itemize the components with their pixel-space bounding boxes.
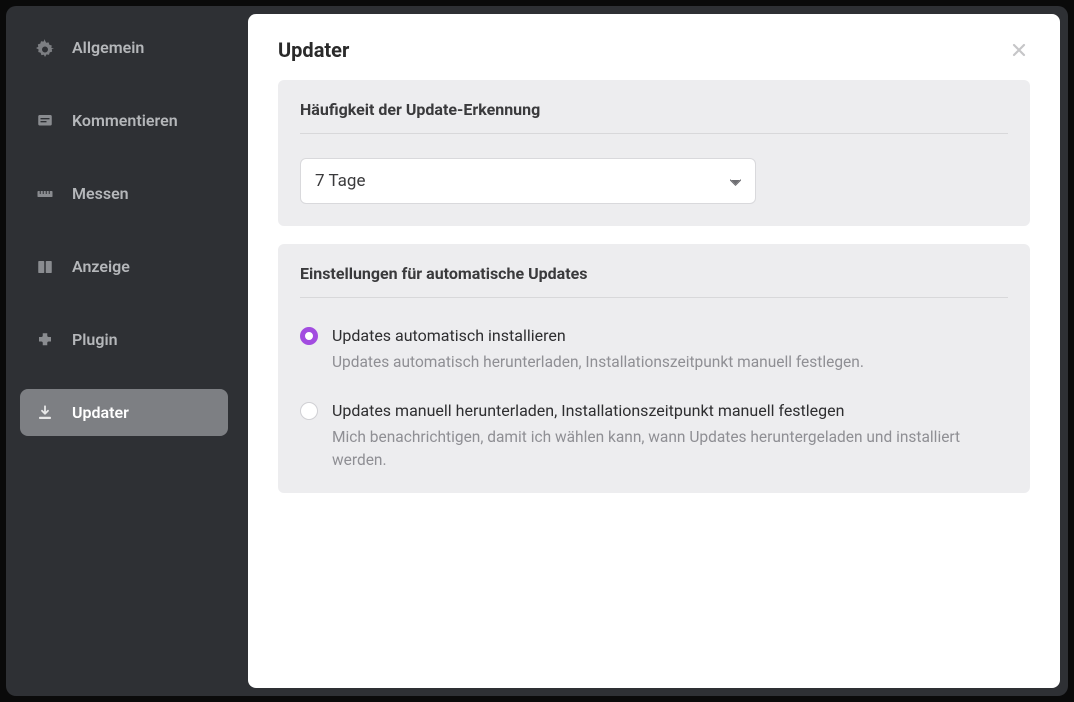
download-icon (36, 404, 54, 422)
gear-icon (36, 39, 54, 57)
sidebar-item-plugin[interactable]: Plugin (20, 316, 228, 363)
ruler-icon (36, 185, 54, 203)
radio-description: Updates automatisch herunterladen, Insta… (332, 351, 864, 373)
section-auto-update: Einstellungen für automatische Updates U… (278, 244, 1030, 493)
sidebar-item-label: Kommentieren (72, 111, 178, 130)
panel-title: Updater (278, 38, 349, 62)
radio-label: Updates automatisch installieren (332, 326, 864, 345)
frequency-select[interactable]: 7 Tage (300, 158, 756, 204)
sidebar-item-general[interactable]: Allgemein (20, 24, 228, 71)
comment-icon (36, 112, 54, 130)
section-title-frequency: Häufigkeit der Update-Erkennung (300, 100, 1008, 134)
sidebar: Allgemein Kommentieren Messen Anzeige Pl (6, 6, 242, 696)
radio-label: Updates manuell herunterladen, Installat… (332, 401, 1008, 420)
settings-panel: Updater Häufigkeit der Update-Erkennung … (248, 14, 1060, 688)
sidebar-item-label: Plugin (72, 330, 118, 349)
auto-update-radio-group: Updates automatisch installieren Updates… (300, 322, 1008, 471)
sidebar-item-label: Messen (72, 184, 129, 203)
close-icon (1009, 40, 1029, 60)
sidebar-item-updater[interactable]: Updater (20, 389, 228, 436)
sidebar-item-display[interactable]: Anzeige (20, 243, 228, 290)
radio-description: Mich benachrichtigen, damit ich wählen k… (332, 426, 1008, 471)
sidebar-item-label: Anzeige (72, 257, 130, 276)
radio-option-auto-install[interactable]: Updates automatisch installieren Updates… (300, 326, 1008, 373)
display-icon (36, 258, 54, 276)
plugin-icon (36, 331, 54, 349)
close-button[interactable] (1008, 39, 1030, 61)
section-title-auto-update: Einstellungen für automatische Updates (300, 264, 1008, 298)
caret-down-icon (730, 171, 741, 191)
sidebar-item-measure[interactable]: Messen (20, 170, 228, 217)
sidebar-item-comment[interactable]: Kommentieren (20, 97, 228, 144)
panel-header: Updater (278, 38, 1030, 62)
app-container: Allgemein Kommentieren Messen Anzeige Pl (6, 6, 1068, 696)
sidebar-item-label: Allgemein (72, 38, 144, 57)
sidebar-item-label: Updater (72, 403, 129, 422)
radio-indicator (300, 327, 318, 345)
section-frequency: Häufigkeit der Update-Erkennung 7 Tage (278, 80, 1030, 226)
frequency-select-value: 7 Tage (315, 171, 365, 191)
radio-option-manual-download[interactable]: Updates manuell herunterladen, Installat… (300, 401, 1008, 471)
radio-indicator (300, 402, 318, 420)
